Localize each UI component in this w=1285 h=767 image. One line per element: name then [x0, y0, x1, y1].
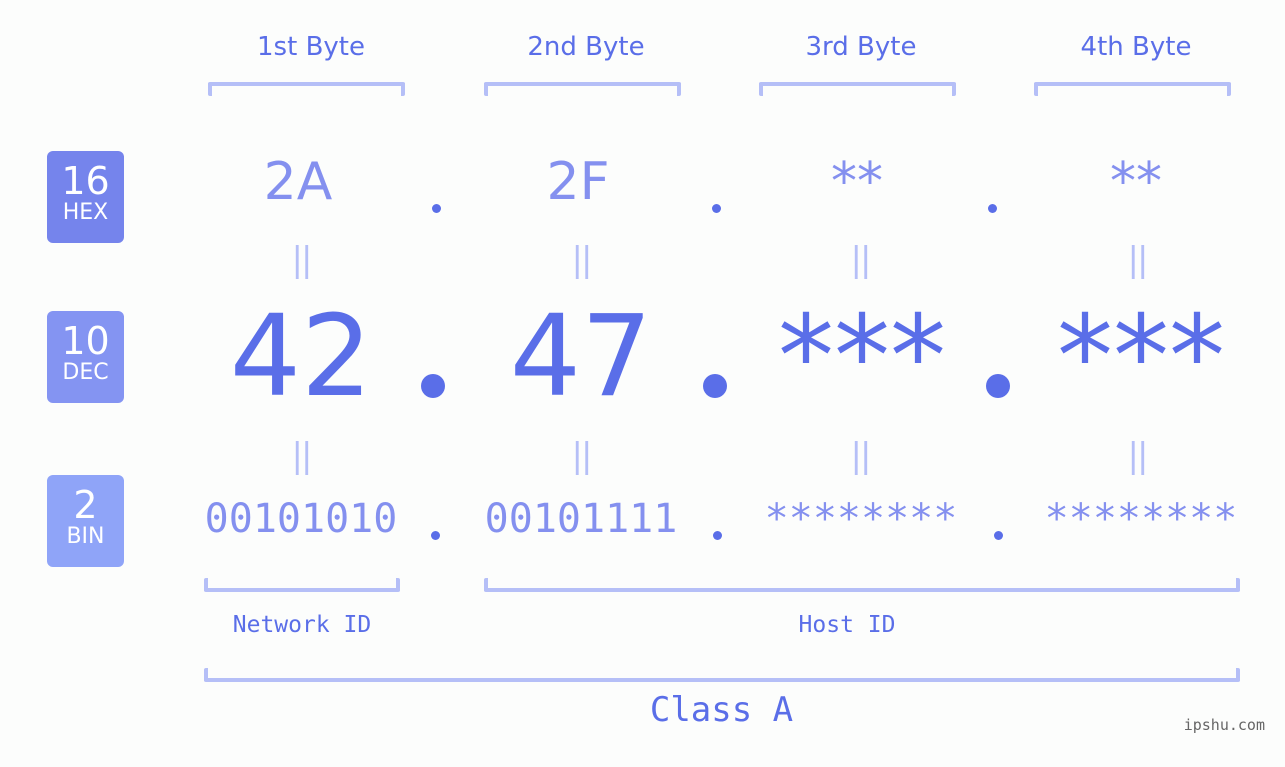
- dec-value-3: ***: [778, 292, 946, 422]
- watermark: ipshu.com: [1183, 716, 1265, 734]
- equals-icon: ||: [850, 436, 872, 476]
- hex-badge: 16 HEX: [47, 151, 124, 243]
- dec-separator-dot: [703, 374, 727, 398]
- hex-badge-number: 16: [61, 159, 110, 203]
- equals-icon: ||: [571, 240, 593, 280]
- byte-label-2: 2nd Byte: [527, 32, 645, 62]
- byte-bracket-4: [1034, 82, 1231, 96]
- hex-value-3: **: [831, 152, 883, 212]
- hex-value-2: 2F: [546, 152, 610, 212]
- byte-bracket-3: [759, 82, 956, 96]
- bin-value-2: 00101111: [484, 496, 678, 542]
- dec-value-4: ***: [1057, 292, 1225, 422]
- bin-separator-dot: [713, 531, 722, 540]
- bin-badge-number: 2: [73, 483, 98, 527]
- hex-badge-name: HEX: [62, 200, 109, 225]
- dec-badge-number: 10: [61, 319, 110, 363]
- equals-icon: ||: [291, 436, 313, 476]
- equals-icon: ||: [291, 240, 313, 280]
- bin-value-1: 00101010: [204, 496, 398, 542]
- dec-separator-dot: [986, 374, 1010, 398]
- host-id-label: Host ID: [798, 612, 896, 638]
- class-bracket: [204, 668, 1240, 682]
- byte-label-1: 1st Byte: [257, 32, 365, 62]
- bin-badge: 2 BIN: [47, 475, 124, 567]
- network-id-bracket: [204, 578, 400, 592]
- equals-icon: ||: [571, 436, 593, 476]
- bin-separator-dot: [431, 531, 440, 540]
- dec-value-2: 47: [509, 292, 653, 422]
- host-id-bracket: [484, 578, 1240, 592]
- hex-separator-dot: [432, 204, 441, 213]
- bin-badge-name: BIN: [66, 524, 105, 549]
- dec-value-1: 42: [229, 292, 373, 422]
- network-id-label: Network ID: [232, 612, 372, 638]
- hex-value-4: **: [1110, 152, 1162, 212]
- bin-value-4: ********: [1044, 496, 1238, 542]
- equals-icon: ||: [1127, 240, 1149, 280]
- dec-separator-dot: [421, 374, 445, 398]
- byte-label-4: 4th Byte: [1080, 32, 1192, 62]
- class-label: Class A: [649, 690, 794, 730]
- bin-separator-dot: [994, 531, 1003, 540]
- hex-value-1: 2A: [263, 152, 333, 212]
- equals-icon: ||: [850, 240, 872, 280]
- hex-separator-dot: [712, 204, 721, 213]
- byte-bracket-2: [484, 82, 681, 96]
- hex-separator-dot: [988, 204, 997, 213]
- dec-badge: 10 DEC: [47, 311, 124, 403]
- equals-icon: ||: [1127, 436, 1149, 476]
- dec-badge-name: DEC: [62, 360, 109, 385]
- byte-label-3: 3rd Byte: [805, 32, 917, 62]
- bin-value-3: ********: [764, 496, 958, 542]
- byte-bracket-1: [208, 82, 405, 96]
